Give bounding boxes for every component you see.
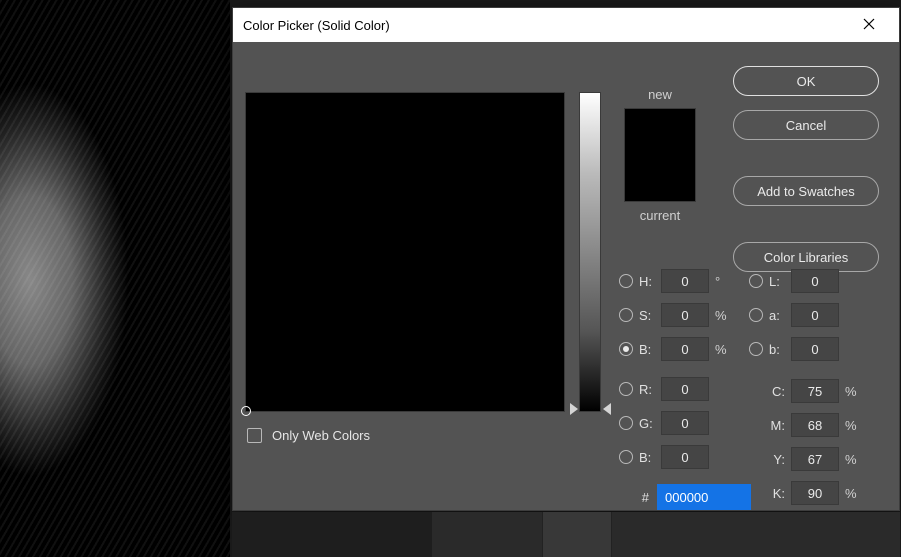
- brightness-unit: %: [715, 342, 735, 357]
- hue-label: H:: [639, 274, 661, 289]
- saturation-label: S:: [639, 308, 661, 323]
- color-swatch[interactable]: [624, 108, 696, 202]
- red-radio[interactable]: [619, 382, 633, 396]
- close-button[interactable]: [849, 17, 889, 34]
- app-chrome-bottom: [232, 512, 900, 557]
- lab-a-label: a:: [769, 308, 791, 323]
- hue-slider[interactable]: [579, 92, 601, 412]
- brightness-input[interactable]: [661, 337, 709, 361]
- hue-radio[interactable]: [619, 274, 633, 288]
- dialog-buttons: OK Cancel Add to Swatches Color Librarie…: [733, 66, 879, 272]
- slider-handle-right-icon[interactable]: [603, 403, 611, 415]
- lightness-label: L:: [769, 274, 791, 289]
- cyan-input[interactable]: [791, 379, 839, 403]
- hue-input[interactable]: [661, 269, 709, 293]
- close-icon: [863, 18, 875, 30]
- saturation-unit: %: [715, 308, 735, 323]
- blue-label: B:: [639, 450, 661, 465]
- web-colors-checkbox[interactable]: [247, 428, 262, 443]
- color-picker-dialog: Color Picker (Solid Color) new current O…: [232, 7, 900, 511]
- lab-a-input[interactable]: [791, 303, 839, 327]
- lab-b-label: b:: [769, 342, 791, 357]
- cmyk-inputs: C: % M: % Y: % K: %: [769, 374, 865, 510]
- cyan-label: C:: [769, 384, 791, 399]
- ok-button[interactable]: OK: [733, 66, 879, 96]
- hex-input[interactable]: [657, 484, 751, 510]
- app-chrome-divider: [542, 512, 612, 557]
- magenta-input[interactable]: [791, 413, 839, 437]
- document-canvas: [0, 0, 230, 557]
- current-color-label: current: [621, 208, 699, 223]
- saturation-input[interactable]: [661, 303, 709, 327]
- dialog-titlebar: Color Picker (Solid Color): [233, 8, 899, 42]
- web-colors-label: Only Web Colors: [272, 428, 370, 443]
- black-input[interactable]: [791, 481, 839, 505]
- cyan-unit: %: [845, 384, 865, 399]
- saturation-radio[interactable]: [619, 308, 633, 322]
- green-input[interactable]: [661, 411, 709, 435]
- yellow-input[interactable]: [791, 447, 839, 471]
- hex-label: #: [619, 490, 657, 505]
- color-swatch-block: new current: [621, 87, 699, 223]
- yellow-label: Y:: [769, 452, 791, 467]
- red-input[interactable]: [661, 377, 709, 401]
- blue-radio[interactable]: [619, 450, 633, 464]
- brightness-label: B:: [639, 342, 661, 357]
- color-field-cursor-icon: [241, 406, 251, 416]
- magenta-unit: %: [845, 418, 865, 433]
- brightness-radio[interactable]: [619, 342, 633, 356]
- slider-handle-left-icon[interactable]: [570, 403, 578, 415]
- magenta-label: M:: [769, 418, 791, 433]
- dialog-body: new current OK Cancel Add to Swatches Co…: [233, 42, 899, 78]
- lab-b-radio[interactable]: [749, 342, 763, 356]
- web-colors-row: Only Web Colors: [247, 428, 370, 443]
- black-unit: %: [845, 486, 865, 501]
- yellow-unit: %: [845, 452, 865, 467]
- cancel-button[interactable]: Cancel: [733, 110, 879, 140]
- lab-a-radio[interactable]: [749, 308, 763, 322]
- lightness-input[interactable]: [791, 269, 839, 293]
- dialog-title: Color Picker (Solid Color): [243, 18, 849, 33]
- color-field[interactable]: [245, 92, 565, 412]
- lightness-radio[interactable]: [749, 274, 763, 288]
- new-color-label: new: [621, 87, 699, 102]
- green-label: G:: [639, 416, 661, 431]
- green-radio[interactable]: [619, 416, 633, 430]
- blue-input[interactable]: [661, 445, 709, 469]
- red-label: R:: [639, 382, 661, 397]
- black-label: K:: [769, 486, 791, 501]
- lab-b-input[interactable]: [791, 337, 839, 361]
- hue-unit: °: [715, 274, 735, 289]
- app-chrome-panel: [232, 512, 432, 557]
- add-to-swatches-button[interactable]: Add to Swatches: [733, 176, 879, 206]
